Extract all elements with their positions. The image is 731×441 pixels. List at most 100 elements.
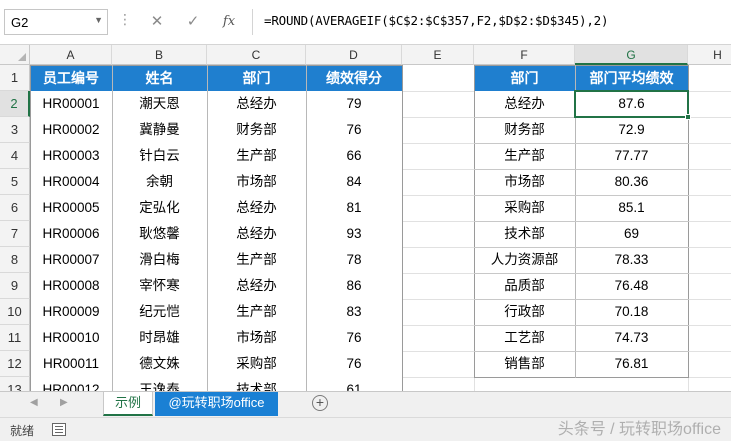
score-cell[interactable]: 84	[306, 169, 402, 195]
department-cell[interactable]: 生产部	[207, 299, 306, 325]
name-cell[interactable]: 王逸泰	[112, 377, 207, 391]
score-header[interactable]: 绩效得分	[306, 65, 402, 91]
name-cell[interactable]: 耿悠馨	[112, 221, 207, 247]
cancel-icon[interactable]: ✕	[144, 10, 170, 34]
department-cell[interactable]: 总经办	[207, 221, 306, 247]
name-cell[interactable]: 纪元恺	[112, 299, 207, 325]
summary-department-cell[interactable]: 人力资源部	[474, 247, 575, 273]
average-score-cell[interactable]: 69	[575, 221, 688, 247]
scroll-tabs-right-icon[interactable]: ▶	[60, 397, 68, 408]
department-cell[interactable]: 总经办	[207, 91, 306, 117]
score-cell[interactable]: 93	[306, 221, 402, 247]
row-header-1[interactable]: 1	[0, 65, 30, 91]
worksheet-grid[interactable]: A B C D E F G H 1 2 3 4 5 6 7 8 9 10 11 …	[0, 45, 731, 391]
score-cell[interactable]: 78	[306, 247, 402, 273]
name-cell[interactable]: 余朝	[112, 169, 207, 195]
formula-input[interactable]: =ROUND(AVERAGEIF($C$2:$C$357,F2,$D$2:$D$…	[264, 13, 609, 28]
summary-department-cell[interactable]: 采购部	[474, 195, 575, 221]
score-cell[interactable]: 86	[306, 273, 402, 299]
column-header-c[interactable]: C	[207, 45, 306, 65]
name-cell[interactable]: 宰怀寒	[112, 273, 207, 299]
average-score-cell[interactable]: 72.9	[575, 117, 688, 143]
score-cell[interactable]: 66	[306, 143, 402, 169]
score-cell[interactable]: 79	[306, 91, 402, 117]
employee-id-cell[interactable]: HR00010	[30, 325, 112, 351]
score-cell[interactable]: 83	[306, 299, 402, 325]
summary-department-cell[interactable]: 行政部	[474, 299, 575, 325]
add-sheet-icon[interactable]: +	[312, 395, 328, 411]
employee-id-header[interactable]: 员工编号	[30, 65, 112, 91]
enter-icon[interactable]: ✓	[180, 10, 206, 34]
name-cell[interactable]: 滑白梅	[112, 247, 207, 273]
row-header-10[interactable]: 10	[0, 299, 30, 325]
column-header-a[interactable]: A	[30, 45, 112, 65]
more-options-icon[interactable]: ⋮	[118, 11, 132, 28]
column-header-b[interactable]: B	[112, 45, 207, 65]
name-cell[interactable]: 德文姝	[112, 351, 207, 377]
department-cell[interactable]: 采购部	[207, 351, 306, 377]
employee-id-cell[interactable]: HR00009	[30, 299, 112, 325]
insert-function-icon[interactable]: fx	[216, 10, 242, 34]
department-cell[interactable]: 生产部	[207, 247, 306, 273]
summary-department-cell[interactable]: 销售部	[474, 351, 575, 377]
row-header-2[interactable]: 2	[0, 91, 30, 117]
score-cell[interactable]: 76	[306, 325, 402, 351]
employee-id-cell[interactable]: HR00005	[30, 195, 112, 221]
name-cell[interactable]: 潮天恩	[112, 91, 207, 117]
average-score-cell[interactable]: 87.6	[575, 91, 688, 117]
employee-id-cell[interactable]: HR00002	[30, 117, 112, 143]
average-score-cell[interactable]: 76.81	[575, 351, 688, 377]
department-cell[interactable]: 技术部	[207, 377, 306, 391]
row-header-5[interactable]: 5	[0, 169, 30, 195]
average-score-cell[interactable]: 77.77	[575, 143, 688, 169]
summary-department-cell[interactable]: 工艺部	[474, 325, 575, 351]
department-cell[interactable]: 生产部	[207, 143, 306, 169]
employee-id-cell[interactable]: HR00003	[30, 143, 112, 169]
department-cell[interactable]: 财务部	[207, 117, 306, 143]
average-score-cell[interactable]: 74.73	[575, 325, 688, 351]
average-score-header[interactable]: 部门平均绩效	[575, 65, 688, 91]
fill-handle[interactable]	[685, 114, 691, 120]
employee-id-cell[interactable]: HR00001	[30, 91, 112, 117]
summary-department-cell[interactable]: 品质部	[474, 273, 575, 299]
employee-id-cell[interactable]: HR00004	[30, 169, 112, 195]
summary-department-cell[interactable]: 财务部	[474, 117, 575, 143]
row-header-9[interactable]: 9	[0, 273, 30, 299]
summary-department-cell[interactable]: 总经办	[474, 91, 575, 117]
department-cell[interactable]: 总经办	[207, 195, 306, 221]
row-header-7[interactable]: 7	[0, 221, 30, 247]
employee-id-cell[interactable]: HR00007	[30, 247, 112, 273]
summary-department-cell[interactable]: 市场部	[474, 169, 575, 195]
summary-department-cell[interactable]: 生产部	[474, 143, 575, 169]
score-cell[interactable]: 76	[306, 117, 402, 143]
name-cell[interactable]: 定弘化	[112, 195, 207, 221]
name-box[interactable]: G2 ▼	[4, 9, 108, 35]
name-cell[interactable]: 时昂雄	[112, 325, 207, 351]
average-score-cell[interactable]: 85.1	[575, 195, 688, 221]
row-header-12[interactable]: 12	[0, 351, 30, 377]
select-all-corner[interactable]	[0, 45, 30, 65]
column-header-e[interactable]: E	[402, 45, 474, 65]
average-score-cell[interactable]: 76.48	[575, 273, 688, 299]
employee-id-cell[interactable]: HR00012	[30, 377, 112, 391]
score-cell[interactable]: 61	[306, 377, 402, 391]
employee-id-cell[interactable]: HR00006	[30, 221, 112, 247]
summary-department-cell[interactable]: 技术部	[474, 221, 575, 247]
row-header-13[interactable]: 13	[0, 377, 30, 391]
average-score-cell[interactable]: 78.33	[575, 247, 688, 273]
department-cell[interactable]: 市场部	[207, 169, 306, 195]
average-score-cell[interactable]: 80.36	[575, 169, 688, 195]
name-cell[interactable]: 冀静曼	[112, 117, 207, 143]
row-header-8[interactable]: 8	[0, 247, 30, 273]
page-layout-icon[interactable]	[52, 423, 66, 436]
employee-id-cell[interactable]: HR00008	[30, 273, 112, 299]
sheet-tab-example[interactable]: 示例	[103, 392, 153, 416]
row-header-4[interactable]: 4	[0, 143, 30, 169]
score-cell[interactable]: 76	[306, 351, 402, 377]
sheet-tab-channel[interactable]: @玩转职场office	[155, 392, 278, 416]
employee-id-cell[interactable]: HR00011	[30, 351, 112, 377]
name-header[interactable]: 姓名	[112, 65, 207, 91]
department-header[interactable]: 部门	[207, 65, 306, 91]
row-header-6[interactable]: 6	[0, 195, 30, 221]
column-header-h[interactable]: H	[688, 45, 731, 65]
